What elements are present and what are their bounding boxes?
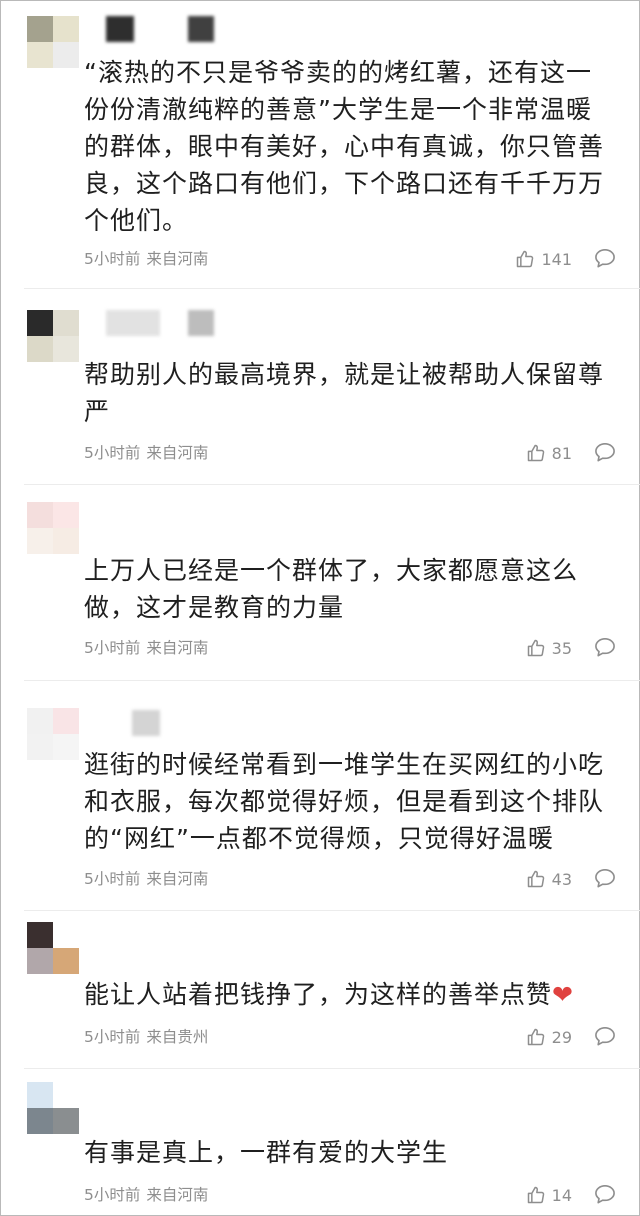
like-count: 29	[551, 1027, 572, 1047]
like-button[interactable]: 29	[526, 1025, 572, 1049]
like-count: 141	[541, 249, 572, 269]
comment-location: 来自河南	[146, 639, 209, 657]
comment-bubble-icon[interactable]	[594, 442, 616, 462]
comment-text: 上万人已经是一个群体了，大家都愿意这么做，这才是教育的力量	[84, 556, 579, 622]
avatar[interactable]	[27, 310, 79, 362]
comment-text: 帮助别人的最高境界，就是让被帮助人保留尊严	[84, 360, 605, 426]
thumbs-up-icon	[527, 870, 544, 888]
avatar[interactable]	[27, 708, 79, 760]
divider	[24, 288, 640, 289]
like-button[interactable]: 35	[526, 636, 572, 660]
like-count: 43	[551, 869, 572, 889]
like-button[interactable]: 43	[526, 867, 572, 891]
comment-location: 来自贵州	[146, 1028, 209, 1046]
avatar-pixel	[53, 1108, 79, 1134]
avatar-pixel	[27, 1082, 53, 1108]
avatar-pixel	[27, 16, 53, 42]
avatar-pixel	[53, 734, 79, 760]
comment-meta: 5小时前 来自河南	[84, 248, 214, 270]
comment-meta: 5小时前 来自河南	[84, 442, 214, 464]
comment-location: 来自河南	[146, 444, 209, 462]
avatar-pixel	[27, 336, 53, 362]
avatar[interactable]	[27, 16, 79, 68]
divider	[24, 910, 640, 911]
comment-text: “滚热的不只是爷爷卖的的烤红薯，还有这一份份清澈纯粹的善意”大学生是一个非常温暖…	[84, 58, 605, 235]
avatar-pixel	[53, 1082, 79, 1108]
avatar-pixel	[53, 948, 79, 974]
comment-bubble-icon[interactable]	[594, 637, 616, 657]
avatar-pixel	[27, 922, 53, 948]
comment-time: 5小时前	[84, 444, 141, 462]
avatar-pixel	[53, 310, 79, 336]
divider	[24, 1068, 640, 1069]
avatar-pixel	[53, 336, 79, 362]
thumbs-up-icon	[527, 639, 544, 657]
divider	[24, 680, 640, 681]
comment-time: 5小时前	[84, 870, 141, 888]
comment-meta: 5小时前 来自河南	[84, 1184, 214, 1206]
comment-time: 5小时前	[84, 639, 141, 657]
comment-meta: 5小时前 来自河南	[84, 868, 214, 890]
comment-text: 能让人站着把钱挣了，为这样的善举点赞❤	[84, 976, 604, 1013]
comment-text: 逛街的时候经常看到一堆学生在买网红的小吃和衣服，每次都觉得好烦，但是看到这个排队…	[84, 750, 605, 853]
avatar-pixel	[53, 502, 79, 528]
avatar-pixel	[53, 922, 79, 948]
avatar-pixel	[53, 42, 79, 68]
avatar-pixel	[27, 42, 53, 68]
like-count: 81	[551, 443, 572, 463]
like-button[interactable]: 141	[515, 247, 572, 271]
comment-location: 来自河南	[146, 870, 209, 888]
avatar[interactable]	[27, 502, 79, 554]
comment-bubble-icon[interactable]	[594, 1184, 616, 1204]
avatar-pixel	[53, 528, 79, 554]
thumbs-up-icon	[527, 444, 544, 462]
username-obscured[interactable]	[132, 710, 160, 736]
avatar[interactable]	[27, 922, 79, 974]
comment-meta: 5小时前 来自河南	[84, 637, 214, 659]
comment-meta: 5小时前 来自贵州	[84, 1026, 214, 1048]
avatar-pixel	[27, 734, 53, 760]
avatar-pixel	[27, 948, 53, 974]
thumbs-up-icon	[517, 250, 534, 268]
avatar[interactable]	[27, 1082, 79, 1134]
thumbs-up-icon	[527, 1028, 544, 1046]
like-button[interactable]: 81	[526, 441, 572, 465]
username-obscured[interactable]	[106, 310, 160, 336]
like-count: 35	[551, 638, 572, 658]
username-obscured[interactable]	[106, 16, 134, 42]
comment-location: 来自河南	[146, 250, 209, 268]
divider	[24, 484, 640, 485]
comment-bubble-icon[interactable]	[594, 868, 616, 888]
heart-icon: ❤	[552, 980, 574, 1009]
like-button[interactable]: 14	[526, 1183, 572, 1207]
avatar-pixel	[27, 528, 53, 554]
thumbs-up-icon	[527, 1186, 544, 1204]
avatar-pixel	[27, 708, 53, 734]
comment-bubble-icon[interactable]	[594, 1026, 616, 1046]
avatar-pixel	[53, 16, 79, 42]
comment-bubble-icon[interactable]	[594, 248, 616, 268]
comment-text: 有事是真上，一群有爱的大学生	[84, 1138, 449, 1167]
comment-time: 5小时前	[84, 1028, 141, 1046]
avatar-pixel	[27, 502, 53, 528]
comment-time: 5小时前	[84, 250, 141, 268]
avatar-pixel	[27, 310, 53, 336]
comment-time: 5小时前	[84, 1186, 141, 1204]
like-count: 14	[551, 1185, 572, 1205]
avatar-pixel	[27, 1108, 53, 1134]
comment-location: 来自河南	[146, 1186, 209, 1204]
username-obscured[interactable]	[188, 310, 214, 336]
username-obscured[interactable]	[188, 16, 214, 42]
comment-text-content: 能让人站着把钱挣了，为这样的善举点赞	[84, 980, 553, 1009]
avatar-pixel	[53, 708, 79, 734]
